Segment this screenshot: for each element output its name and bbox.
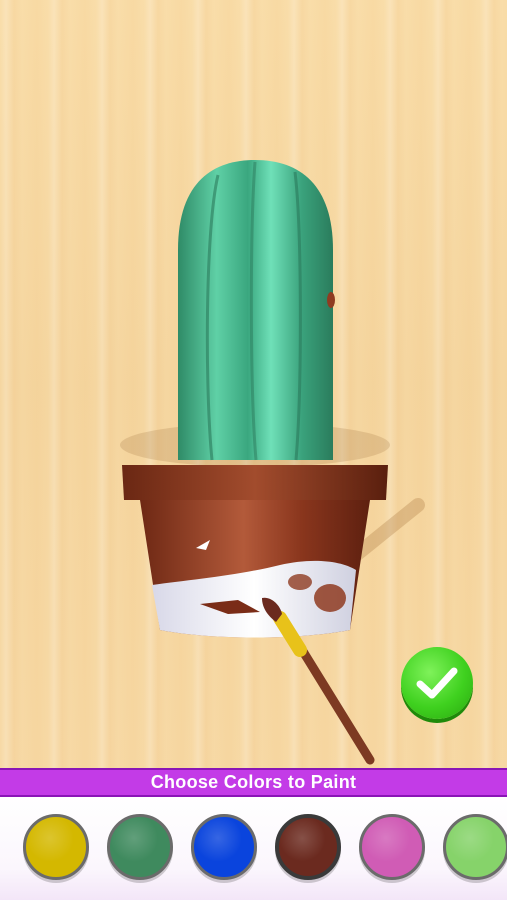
swatch-blue[interactable]: [191, 814, 257, 880]
swatch-green[interactable]: [107, 814, 173, 880]
pot-rim: [122, 465, 388, 500]
color-palette: [0, 797, 507, 900]
swatch-light-green[interactable]: [443, 814, 507, 880]
confirm-button[interactable]: [401, 647, 473, 719]
swatch-brown[interactable]: [275, 814, 341, 880]
checkmark-icon: [416, 667, 458, 699]
banner-text: Choose Colors to Paint: [150, 772, 357, 792]
cactus: [178, 160, 335, 461]
swatch-pink[interactable]: [359, 814, 425, 880]
instruction-banner: Choose Colors to Paint: [0, 768, 507, 797]
swatch-yellow[interactable]: [23, 814, 89, 880]
